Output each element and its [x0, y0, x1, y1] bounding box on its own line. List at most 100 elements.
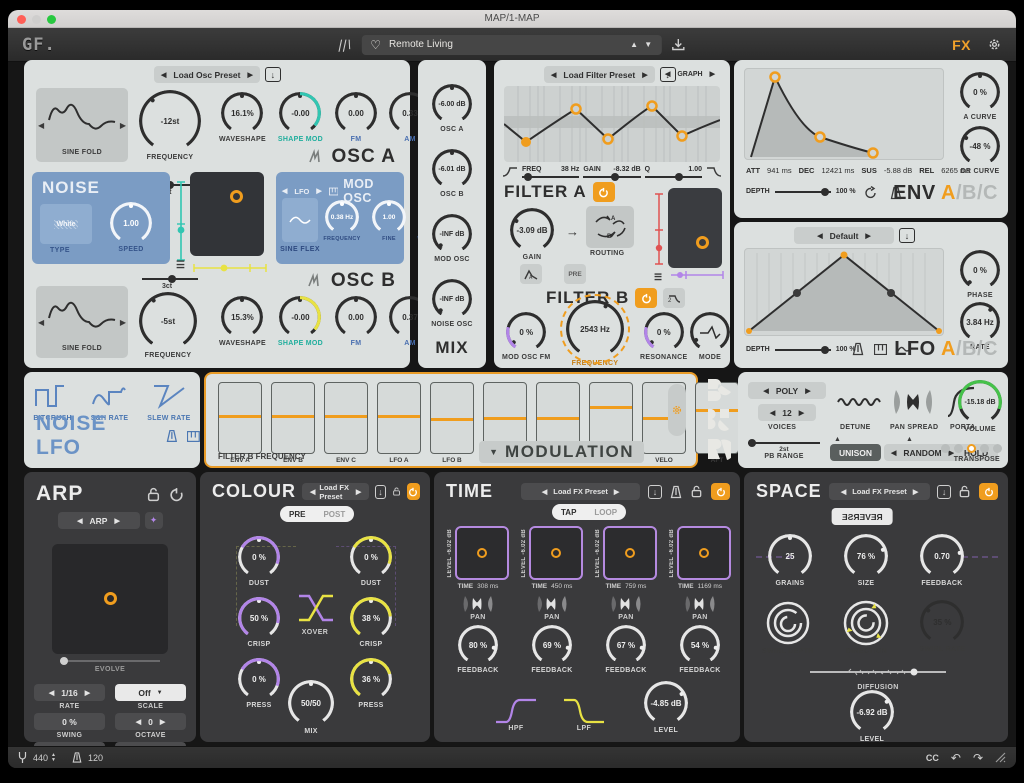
xy-handle[interactable] — [104, 592, 117, 605]
filter-q-slider[interactable] — [645, 176, 702, 178]
pre-post-toggle[interactable]: PRE — [564, 264, 586, 284]
xy-menu-icon[interactable]: ☰ — [176, 260, 185, 271]
xy-handle[interactable] — [230, 190, 243, 203]
knob[interactable]: -0.00 SHAPE MOD — [278, 92, 323, 143]
lfo-tab-a[interactable]: A — [941, 338, 956, 360]
filter-xy-hslider[interactable] — [668, 270, 726, 280]
osc-a-frequency-knob[interactable]: -12st FREQUENCY — [139, 90, 201, 161]
osc-preset-selector[interactable]: ◀ Load Osc Preset ▶ — [154, 66, 260, 83]
voices-stepper[interactable]: ◀12▶ — [758, 404, 816, 421]
knob[interactable]: 1.00 FINE — [367, 200, 411, 242]
settings-gear-icon[interactable] — [987, 37, 1002, 52]
modulation-title-button[interactable]: ▼ MODULATION — [479, 441, 644, 463]
arp-randomize-icon[interactable]: ✦ — [145, 512, 163, 529]
noise-lfo-keytrack-icon[interactable] — [187, 431, 200, 442]
lfo-preset-selector[interactable]: ◀Default▶ — [794, 227, 894, 244]
osc-xy-hslider[interactable] — [190, 260, 270, 278]
tap-pan-control[interactable] — [683, 594, 717, 614]
arp-lock-icon[interactable] — [146, 487, 161, 502]
mod-amount-bar[interactable] — [272, 415, 314, 418]
knob[interactable]: 15.3% WAVESHAPE — [219, 296, 266, 347]
eq-node[interactable] — [648, 102, 657, 111]
minimize-window-button[interactable] — [32, 15, 41, 24]
save-preset-icon[interactable] — [672, 38, 685, 51]
time-tempo-sync-icon[interactable] — [670, 485, 682, 499]
transpose-dots[interactable] — [941, 444, 1002, 453]
tap-feedback-knob[interactable]: 54 % FEEDBACK — [679, 625, 720, 674]
arp-octave-stepper[interactable]: ◀0▶ — [115, 713, 186, 730]
mod-amount-bar[interactable] — [590, 406, 632, 409]
filter-freq-slider[interactable] — [522, 176, 579, 178]
mod-osc-target-selector[interactable]: ◀ LFO ▶ — [282, 185, 322, 197]
lfo-tabs-bc[interactable]: /B/C — [956, 338, 998, 360]
osc-b-wave-display[interactable]: ◀ ▶ SINE FOLD — [36, 286, 128, 358]
tap-time-value[interactable]: 759 ms — [625, 583, 646, 590]
redo-icon[interactable]: ↷ — [973, 751, 983, 765]
noise-speed-knob[interactable]: 1.00 SPEED — [110, 202, 152, 253]
swirl-depth-knob[interactable]: SWIRL DEPTH — [762, 600, 813, 655]
knob[interactable]: 0.38 Hz FREQUENCY — [320, 200, 364, 242]
preset-selector[interactable]: ♡ Remote Living ▲ ▼ — [362, 35, 662, 55]
arp-scale-dropdown[interactable]: Off▼ — [115, 684, 186, 701]
knob[interactable]: 0 % DUST — [350, 536, 392, 587]
filter-mode-knob[interactable]: MODE — [690, 312, 730, 361]
filter-xy-vslider[interactable] — [654, 190, 664, 268]
colour-mix-knob[interactable]: 50/50 MIX — [288, 680, 334, 735]
time-level-knob[interactable]: -4.85 dB LEVEL — [644, 681, 688, 734]
osc-xy-vslider[interactable] — [176, 178, 186, 269]
filter-xy-menu-icon[interactable]: ☰ — [654, 272, 662, 283]
xy-handle[interactable] — [699, 548, 709, 558]
tap-feedback-knob[interactable]: 80 % FEEDBACK — [457, 625, 498, 674]
lfo-node[interactable] — [841, 252, 848, 259]
lfo-node[interactable] — [746, 328, 752, 334]
lfo-keytrack-icon[interactable] — [874, 344, 887, 355]
wave-next-icon[interactable]: ▶ — [120, 318, 126, 327]
arp-xy-pad[interactable] — [52, 544, 168, 654]
xy-handle[interactable] — [696, 236, 709, 249]
colour-power-button[interactable] — [407, 483, 420, 500]
close-window-button[interactable] — [17, 15, 26, 24]
xover-control[interactable]: XOVER — [295, 590, 335, 636]
filter-routing-selector[interactable]: A B — [586, 206, 634, 248]
tap-xy-pad[interactable] — [529, 526, 583, 580]
midi-cc-button[interactable]: CC — [926, 753, 939, 763]
knob[interactable]: 50 % CRISP — [238, 597, 280, 648]
mod-amount-bar[interactable] — [378, 415, 420, 418]
resonance-knob[interactable]: 0 % RESONANCE — [640, 312, 687, 361]
tap-level-label[interactable]: LEVEL -6.02 dB — [669, 529, 675, 577]
sus-value[interactable]: -5.88 dB — [884, 166, 912, 175]
knob[interactable]: 36 % PRESS — [350, 658, 392, 709]
arp-power-icon[interactable] — [169, 487, 184, 502]
mod-osc-wave-selector[interactable] — [282, 198, 318, 242]
filter-a-power-button[interactable] — [593, 182, 615, 202]
lfo-phase-knob[interactable]: 0 % PHASE — [960, 250, 1000, 299]
noise-type-display[interactable]: White — [40, 204, 92, 244]
wave-prev-icon[interactable]: ◀ — [38, 318, 44, 327]
osc-xy-pad[interactable] — [190, 172, 264, 256]
preset-library-icon[interactable]: ||\ — [337, 37, 354, 52]
knob[interactable]: -6.00 dB OSC A — [432, 84, 472, 133]
dec-value[interactable]: 12421 ms — [821, 166, 854, 175]
attack-curve-knob[interactable]: 0 % A CURVE — [960, 72, 1000, 121]
tap-pan-control[interactable] — [609, 594, 643, 614]
lfo-node[interactable] — [936, 328, 942, 334]
filter-b-frequency-knob[interactable]: 2543 Hz FREQUENCY — [566, 300, 624, 367]
modulation-destination-label[interactable]: FILTER B FREQUENCY — [218, 452, 306, 461]
modulation-slot[interactable]: LFO A — [377, 382, 421, 464]
tap-xy-pad[interactable] — [677, 526, 731, 580]
eq-node[interactable] — [678, 132, 687, 141]
traffic-lights[interactable] — [17, 15, 56, 24]
modulation-slot[interactable]: ENV C — [324, 382, 368, 464]
mod-amount-bar[interactable] — [325, 415, 367, 418]
volume-knob[interactable]: -15.18 dB VOLUME — [958, 380, 1002, 433]
tuning-value[interactable]: 440 — [33, 753, 48, 763]
tap-pan-control[interactable] — [535, 594, 569, 614]
knob[interactable]: 0 % DUST — [238, 536, 280, 587]
tap-feedback-knob[interactable]: 69 % FEEDBACK — [531, 625, 572, 674]
time-preset-download-icon[interactable]: ↓ — [648, 485, 662, 499]
arp-pattern-selector[interactable]: ◀ARP▶ — [58, 512, 140, 529]
tap-xy-pad[interactable] — [455, 526, 509, 580]
colour-preset-download-icon[interactable]: ↓ — [375, 485, 385, 499]
knob[interactable]: 0.00 FM — [335, 296, 377, 347]
space-level-knob[interactable]: -6.92 dB LEVEL — [850, 690, 894, 743]
